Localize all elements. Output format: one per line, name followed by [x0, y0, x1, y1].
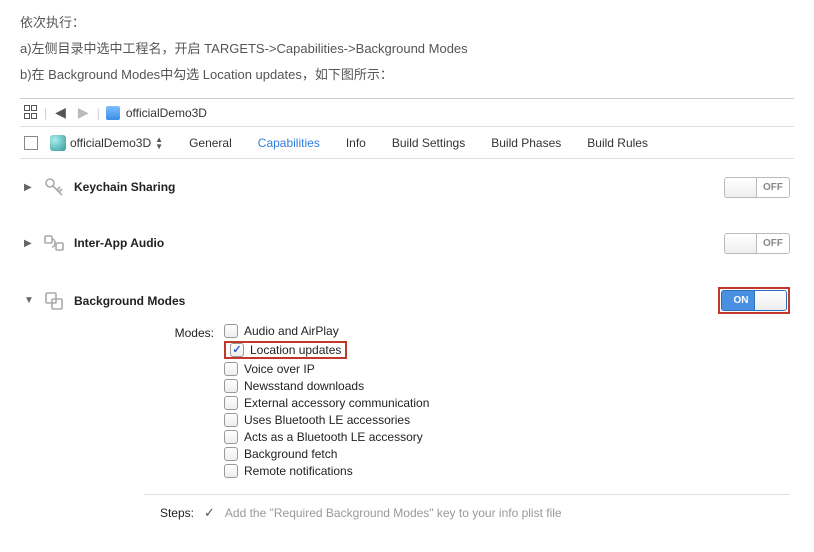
- steps-row: Steps: ✓ Add the "Required Background Mo…: [144, 494, 790, 521]
- modes-label: Modes:: [164, 324, 214, 478]
- mode-checkbox[interactable]: [224, 396, 238, 410]
- instruction-line-3: b)在 Background Modes中勾选 Location updates…: [20, 62, 794, 88]
- toggle-interapp[interactable]: OFF: [724, 233, 790, 254]
- mode-item: Voice over IP: [224, 362, 429, 376]
- highlight-mode: Location updates: [224, 341, 347, 359]
- capability-keychain: ▶ Keychain Sharing OFF: [20, 159, 794, 215]
- mode-label: Location updates: [250, 343, 341, 357]
- mode-checkbox[interactable]: [224, 464, 238, 478]
- mode-label: Newsstand downloads: [244, 379, 364, 393]
- capability-title: Background Modes: [74, 294, 185, 308]
- modes-list: Audio and AirPlay Location updates Voice o…: [224, 324, 429, 478]
- mode-label: Voice over IP: [244, 362, 315, 376]
- mode-item: Uses Bluetooth LE accessories: [224, 413, 429, 427]
- tab-build-phases[interactable]: Build Phases: [491, 136, 561, 150]
- background-modes-icon: [42, 289, 66, 313]
- mode-item: External accessory communication: [224, 396, 429, 410]
- mode-checkbox[interactable]: [224, 379, 238, 393]
- mode-item: Location updates: [224, 341, 429, 359]
- modes-block: Modes: Audio and AirPlay Location updates…: [164, 324, 790, 478]
- mode-checkbox[interactable]: [224, 413, 238, 427]
- capability-interapp: ▶ Inter-App Audio OFF: [20, 215, 794, 271]
- mode-label: Background fetch: [244, 447, 337, 461]
- target-selector[interactable]: officialDemo3D ▲▼: [24, 135, 163, 151]
- keychain-icon: [42, 175, 66, 199]
- capability-title: Inter-App Audio: [74, 236, 164, 250]
- mode-item: Acts as a Bluetooth LE accessory: [224, 430, 429, 444]
- toggle-off-label: OFF: [757, 182, 789, 193]
- tab-info[interactable]: Info: [346, 136, 366, 150]
- mode-label: External accessory communication: [244, 396, 429, 410]
- nav-forward-icon: ▶: [74, 104, 93, 121]
- mode-label: Uses Bluetooth LE accessories: [244, 413, 410, 427]
- target-stepper-icon[interactable]: ▲▼: [155, 136, 163, 150]
- tab-build-rules[interactable]: Build Rules: [587, 136, 648, 150]
- interapp-audio-icon: [42, 231, 66, 255]
- mode-item: Remote notifications: [224, 464, 429, 478]
- steps-text: Add the "Required Background Modes" key …: [225, 506, 562, 520]
- tab-general[interactable]: General: [189, 136, 232, 150]
- breadcrumb-bar: | ◀ ▶ | officialDemo3D: [20, 99, 794, 127]
- doc-instructions: 依次执行： a)左侧目录中选中工程名，开启 TARGETS->Capabilit…: [20, 10, 794, 88]
- target-checkbox[interactable]: [24, 136, 38, 150]
- related-items-icon[interactable]: [24, 105, 40, 121]
- mode-item: Newsstand downloads: [224, 379, 429, 393]
- instruction-line-1: 依次执行：: [20, 10, 794, 36]
- mode-checkbox[interactable]: [224, 324, 238, 338]
- capability-background: ▼ Background Modes ON Modes: Audio and A…: [20, 271, 794, 531]
- nav-back-icon[interactable]: ◀: [51, 104, 70, 121]
- mode-checkbox[interactable]: [224, 447, 238, 461]
- tab-build-settings[interactable]: Build Settings: [392, 136, 465, 150]
- toggle-off-label: OFF: [757, 238, 789, 249]
- mode-checkbox[interactable]: [224, 430, 238, 444]
- mode-checkbox[interactable]: [230, 343, 244, 357]
- highlight-toggle: ON: [718, 287, 790, 314]
- tabs-bar: officialDemo3D ▲▼ General Capabilities I…: [20, 127, 794, 159]
- disclosure-triangle[interactable]: ▶: [24, 182, 34, 193]
- steps-label: Steps:: [144, 506, 194, 520]
- target-name: officialDemo3D: [70, 136, 151, 150]
- mode-label: Acts as a Bluetooth LE accessory: [244, 430, 423, 444]
- mode-label: Audio and AirPlay: [244, 324, 339, 338]
- project-icon: [106, 106, 120, 120]
- toggle-keychain[interactable]: OFF: [724, 177, 790, 198]
- capability-title: Keychain Sharing: [74, 180, 175, 194]
- disclosure-triangle[interactable]: ▶: [24, 238, 34, 249]
- toggle-background[interactable]: ON: [721, 290, 787, 311]
- mode-checkbox[interactable]: [224, 362, 238, 376]
- mode-item: Background fetch: [224, 447, 429, 461]
- mode-item: Audio and AirPlay: [224, 324, 429, 338]
- disclosure-triangle[interactable]: ▼: [24, 295, 34, 306]
- xcode-panel: | ◀ ▶ | officialDemo3D officialDemo3D ▲▼…: [20, 98, 794, 531]
- toggle-on-label: ON: [722, 295, 754, 306]
- breadcrumb-project[interactable]: officialDemo3D: [126, 106, 207, 120]
- tab-capabilities[interactable]: Capabilities: [258, 136, 320, 150]
- instruction-line-2: a)左侧目录中选中工程名，开启 TARGETS->Capabilities->B…: [20, 36, 794, 62]
- mode-label: Remote notifications: [244, 464, 353, 478]
- checkmark-icon: ✓: [204, 505, 215, 521]
- app-icon: [50, 135, 66, 151]
